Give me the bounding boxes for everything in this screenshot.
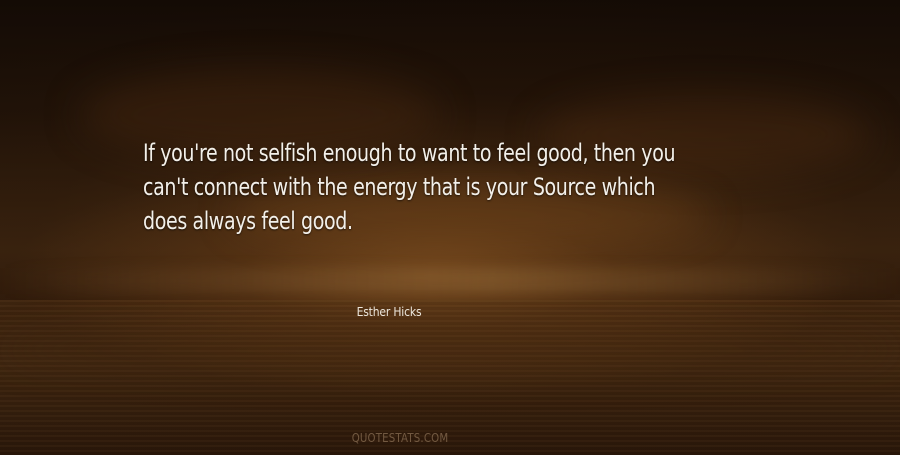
horizon-glow bbox=[0, 268, 900, 294]
wave-shadow bbox=[0, 330, 900, 370]
quote-line: does always feel good. bbox=[143, 207, 353, 235]
quote-line: If you're not selfish enough to want to … bbox=[143, 139, 676, 167]
quote-author: Esther Hicks bbox=[356, 305, 422, 319]
quote-text: If you're not selfish enough to want to … bbox=[143, 136, 706, 238]
site-watermark: QUOTESTATS.COM bbox=[351, 431, 449, 445]
quote-image: If you're not selfish enough to want to … bbox=[0, 0, 900, 455]
quote-line: can't connect with the energy that is yo… bbox=[143, 173, 656, 201]
